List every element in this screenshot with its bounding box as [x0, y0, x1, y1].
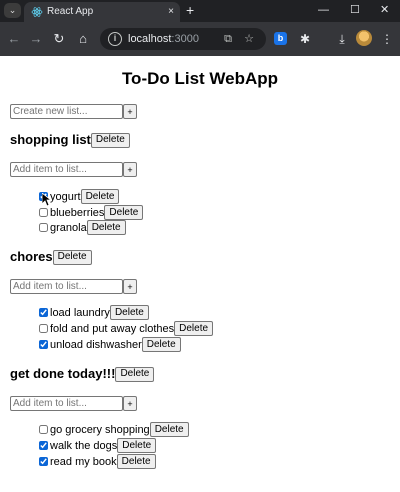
add-item-button[interactable]: + [123, 279, 137, 294]
list-heading: get done today!!! Delete [10, 366, 155, 382]
list-heading: chores Delete [10, 249, 92, 265]
list-item: fold and put away clothes Delete [39, 321, 214, 336]
list-item: load laundry Delete [39, 305, 149, 320]
url-port: :3000 [171, 33, 199, 45]
bookmark-star-icon[interactable]: ☆ [242, 32, 256, 46]
tab-close-icon[interactable]: × [168, 5, 174, 19]
delete-item-button[interactable]: Delete [104, 205, 144, 220]
install-app-icon[interactable]: ⧉ [221, 32, 235, 46]
delete-list-button[interactable]: Delete [52, 249, 92, 265]
tab-title: React App [47, 6, 94, 17]
close-window-button[interactable]: ✕ [380, 3, 389, 17]
delete-item-button[interactable]: Delete [80, 189, 120, 204]
page-content: To-Do List WebApp + shopping list Delete… [0, 56, 400, 492]
item-label: unload dishwasher [50, 338, 142, 351]
list-item: read my book Delete [39, 454, 156, 469]
list-name: chores [10, 249, 53, 264]
home-icon[interactable]: ⌂ [75, 31, 91, 47]
item-label: load laundry [50, 306, 110, 319]
item-checkbox[interactable] [39, 340, 48, 349]
browser-menu-icon[interactable]: ⋮ [379, 31, 395, 47]
add-item-input[interactable] [10, 279, 123, 294]
list-item: walk the dogs Delete [39, 438, 157, 453]
list-name: shopping list [10, 132, 91, 147]
item-checkbox[interactable] [39, 425, 48, 434]
extensions-puzzle-icon[interactable]: ✱ [297, 31, 313, 47]
delete-list-button[interactable]: Delete [115, 366, 155, 382]
list-item: granola Delete [39, 220, 126, 235]
react-logo-icon [31, 7, 43, 17]
active-tab[interactable]: React App × [24, 2, 180, 22]
item-checkbox[interactable] [39, 208, 48, 217]
item-label: yogurt [50, 190, 81, 203]
delete-item-button[interactable]: Delete [149, 422, 189, 437]
maximize-button[interactable]: ☐ [350, 3, 360, 17]
item-label: granola [50, 221, 87, 234]
back-arrow-icon[interactable]: ← [6, 31, 22, 47]
mouse-pointer-icon [42, 193, 52, 207]
list-item: go grocery shopping Delete [39, 422, 189, 437]
item-checkbox[interactable] [39, 457, 48, 466]
profile-avatar[interactable] [356, 30, 372, 46]
url-text[interactable]: localhost:3000 [128, 32, 199, 46]
tab-strip: ⌄ React App × + — ☐ ✕ [0, 0, 400, 22]
browser-toolbar: ← → ↻ ⌂ i localhost:3000 ⧉ ☆ b ✱ ⤓ ⋮ [0, 22, 400, 56]
extension-blue-icon[interactable]: b [274, 32, 287, 45]
tab-search-button[interactable]: ⌄ [4, 3, 21, 18]
item-checkbox[interactable] [39, 308, 48, 317]
site-info-icon[interactable]: i [108, 32, 122, 46]
add-item-button[interactable]: + [123, 396, 137, 411]
item-label: read my book [50, 455, 117, 468]
delete-item-button[interactable]: Delete [117, 438, 157, 453]
item-label: go grocery shopping [50, 423, 150, 436]
delete-item-button[interactable]: Delete [174, 321, 214, 336]
item-checkbox[interactable] [39, 324, 48, 333]
add-item-input[interactable] [10, 162, 123, 177]
add-item-input[interactable] [10, 396, 123, 411]
item-checkbox[interactable] [39, 441, 48, 450]
item-label: walk the dogs [50, 439, 118, 452]
list-heading: shopping list Delete [10, 132, 130, 148]
list-name: get done today!!! [10, 366, 116, 381]
delete-item-button[interactable]: Delete [141, 337, 181, 352]
create-list-button[interactable]: + [123, 104, 137, 119]
list-item: blueberries Delete [39, 205, 144, 220]
reload-icon[interactable]: ↻ [51, 31, 67, 47]
item-checkbox[interactable] [39, 223, 48, 232]
item-label: fold and put away clothes [50, 322, 175, 335]
url-host: localhost [128, 33, 172, 45]
add-item-button[interactable]: + [123, 162, 137, 177]
page-title: To-Do List WebApp [121, 69, 279, 88]
item-label: blueberries [50, 206, 105, 219]
address-bar[interactable]: i localhost:3000 ⧉ ☆ [100, 28, 266, 50]
list-item: unload dishwasher Delete [39, 337, 181, 352]
download-icon[interactable]: ⤓ [334, 31, 350, 47]
delete-list-button[interactable]: Delete [90, 132, 130, 148]
forward-arrow-icon[interactable]: → [28, 31, 44, 47]
delete-item-button[interactable]: Delete [116, 454, 156, 469]
delete-item-button[interactable]: Delete [86, 220, 126, 235]
new-tab-button[interactable]: + [186, 2, 194, 18]
delete-item-button[interactable]: Delete [109, 305, 149, 320]
new-list-input[interactable] [10, 104, 123, 119]
minimize-button[interactable]: — [318, 3, 329, 17]
